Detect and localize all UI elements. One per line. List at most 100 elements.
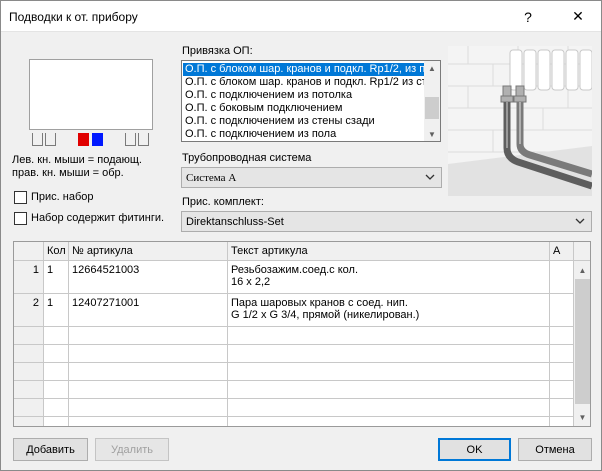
empty-cell[interactable] [44,327,69,345]
empty-cell[interactable] [44,417,69,426]
close-button[interactable]: ✕ [555,1,601,32]
connection-slot-6[interactable] [138,133,149,146]
connection-slot-5[interactable] [125,133,136,146]
empty-cell[interactable] [550,363,574,381]
text-line-2: G 1/2 x G 3/4, прямой (никелирован.) [231,309,420,321]
dialog-window: Подводки к от. прибору ? ✕ Лев. кн. мыши… [0,0,602,471]
qty-cell[interactable]: 1 [44,294,69,327]
column-header-text[interactable]: Текст артикула [228,242,550,261]
text-line-1: Резьбозажим.соед.с кол. [231,264,359,276]
column-header-num [14,242,44,261]
empty-cell[interactable] [69,399,228,417]
empty-cell[interactable] [69,381,228,399]
empty-cell[interactable] [550,345,574,363]
add-button[interactable]: Добавить [13,438,88,461]
mouse-hint-return: прав. кн. мыши = обр. [12,167,124,179]
column-header-qty[interactable]: Кол [44,242,69,261]
scroll-thumb[interactable] [425,97,439,119]
radiator-preview[interactable] [29,59,153,130]
empty-cell[interactable] [228,417,550,426]
row-number[interactable] [14,327,44,345]
text-cell[interactable]: Пара шаровых кранов с соед. нип. G 1/2 x… [228,294,550,327]
pipe-system-value: Система А [186,172,237,184]
delete-button[interactable]: Удалить [95,438,169,461]
cancel-button[interactable]: Отмена [518,438,592,461]
help-icon: ? [524,8,532,25]
header-spacer [574,242,590,261]
empty-cell[interactable] [550,327,574,345]
connection-slot-2[interactable] [45,133,56,146]
scroll-up-icon[interactable]: ▲ [424,62,440,74]
return-connection-marker[interactable] [92,133,103,146]
pipe-system-label: Трубопроводная система [182,152,312,164]
empty-cell[interactable] [228,381,550,399]
empty-cell[interactable] [44,381,69,399]
a-cell[interactable] [550,294,574,327]
article-cell[interactable]: 12407271001 [69,294,228,327]
empty-cell[interactable] [44,363,69,381]
text-cell[interactable]: Резьбозажим.соед.с кол. 16 x 2,2 [228,261,550,294]
row-number[interactable] [14,381,44,399]
window-title: Подводки к от. прибору [9,10,138,24]
binding-scrollbar[interactable]: ▲ ▼ [424,61,440,141]
scroll-thumb[interactable] [575,279,590,404]
ok-button[interactable]: OK [438,438,511,461]
row-number[interactable] [14,345,44,363]
pipe-system-select[interactable]: Система А [181,167,442,188]
articles-table[interactable]: Кол № артикула Текст артикула A 1 1 1266… [13,241,591,427]
empty-cell[interactable] [69,345,228,363]
chevron-down-icon [425,174,435,180]
row-number[interactable]: 2 [14,294,44,327]
row-number[interactable] [14,399,44,417]
fittings-label: Набор содержит фитинги. [31,212,165,224]
empty-cell[interactable] [69,417,228,426]
empty-cell[interactable] [69,327,228,345]
binding-option[interactable]: О.П. с подключением из пола [183,128,425,141]
title-bar: Подводки к от. прибору ? ✕ [1,1,601,32]
column-header-a[interactable]: A [550,242,574,261]
scroll-up-icon[interactable]: ▲ [574,264,590,276]
kit-label: Прис. комплект: [182,196,264,208]
binding-listbox[interactable]: О.П. с блоком шар. кранов и подкл. Rp1/2… [181,60,441,142]
radiator-connection-illustration [448,46,592,196]
empty-cell[interactable] [44,345,69,363]
binding-option[interactable]: О.П. с подключением из стены сзади [183,115,425,128]
row-number[interactable] [14,417,44,426]
row-number[interactable] [14,363,44,381]
scroll-down-icon[interactable]: ▼ [424,128,440,140]
chevron-down-icon [575,218,585,224]
qty-cell[interactable]: 1 [44,261,69,294]
mouse-hint-supply: Лев. кн. мыши = подающ. [12,154,142,166]
close-icon: ✕ [572,8,584,24]
scroll-down-icon[interactable]: ▼ [574,411,590,423]
pris-nabor-label: Прис. набор [31,191,94,203]
supply-connection-marker[interactable] [78,133,89,146]
column-header-article[interactable]: № артикула [69,242,228,261]
empty-cell[interactable] [228,399,550,417]
empty-cell[interactable] [228,345,550,363]
table-scrollbar[interactable]: ▲ ▼ [574,261,590,426]
help-button[interactable]: ? [505,1,551,32]
kit-select[interactable]: Direktanschluss-Set [181,211,592,232]
empty-cell[interactable] [550,381,574,399]
a-cell[interactable] [550,261,574,294]
article-cell[interactable]: 12664521003 [69,261,228,294]
binding-option[interactable]: О.П. с подключением из потолка [183,89,425,102]
empty-cell[interactable] [550,417,574,426]
binding-option[interactable]: О.П. с блоком шар. кранов и подкл. Rp1/2… [183,63,425,76]
binding-option[interactable]: О.П. с блоком шар. кранов и подкл. Rp1/2… [183,76,425,89]
fittings-checkbox[interactable] [14,212,27,225]
empty-cell[interactable] [69,363,228,381]
text-line-2: 16 x 2,2 [231,276,271,288]
pris-nabor-checkbox[interactable] [14,191,27,204]
binding-label: Привязка ОП: [182,45,253,57]
row-number[interactable]: 1 [14,261,44,294]
empty-cell[interactable] [228,363,550,381]
kit-value: Direktanschluss-Set [186,216,284,228]
binding-option[interactable]: О.П. с боковым подключением [183,102,425,115]
empty-cell[interactable] [228,327,550,345]
empty-cell[interactable] [550,399,574,417]
empty-cell[interactable] [44,399,69,417]
connection-slot-1[interactable] [32,133,43,146]
text-line-1: Пара шаровых кранов с соед. нип. [231,297,408,309]
